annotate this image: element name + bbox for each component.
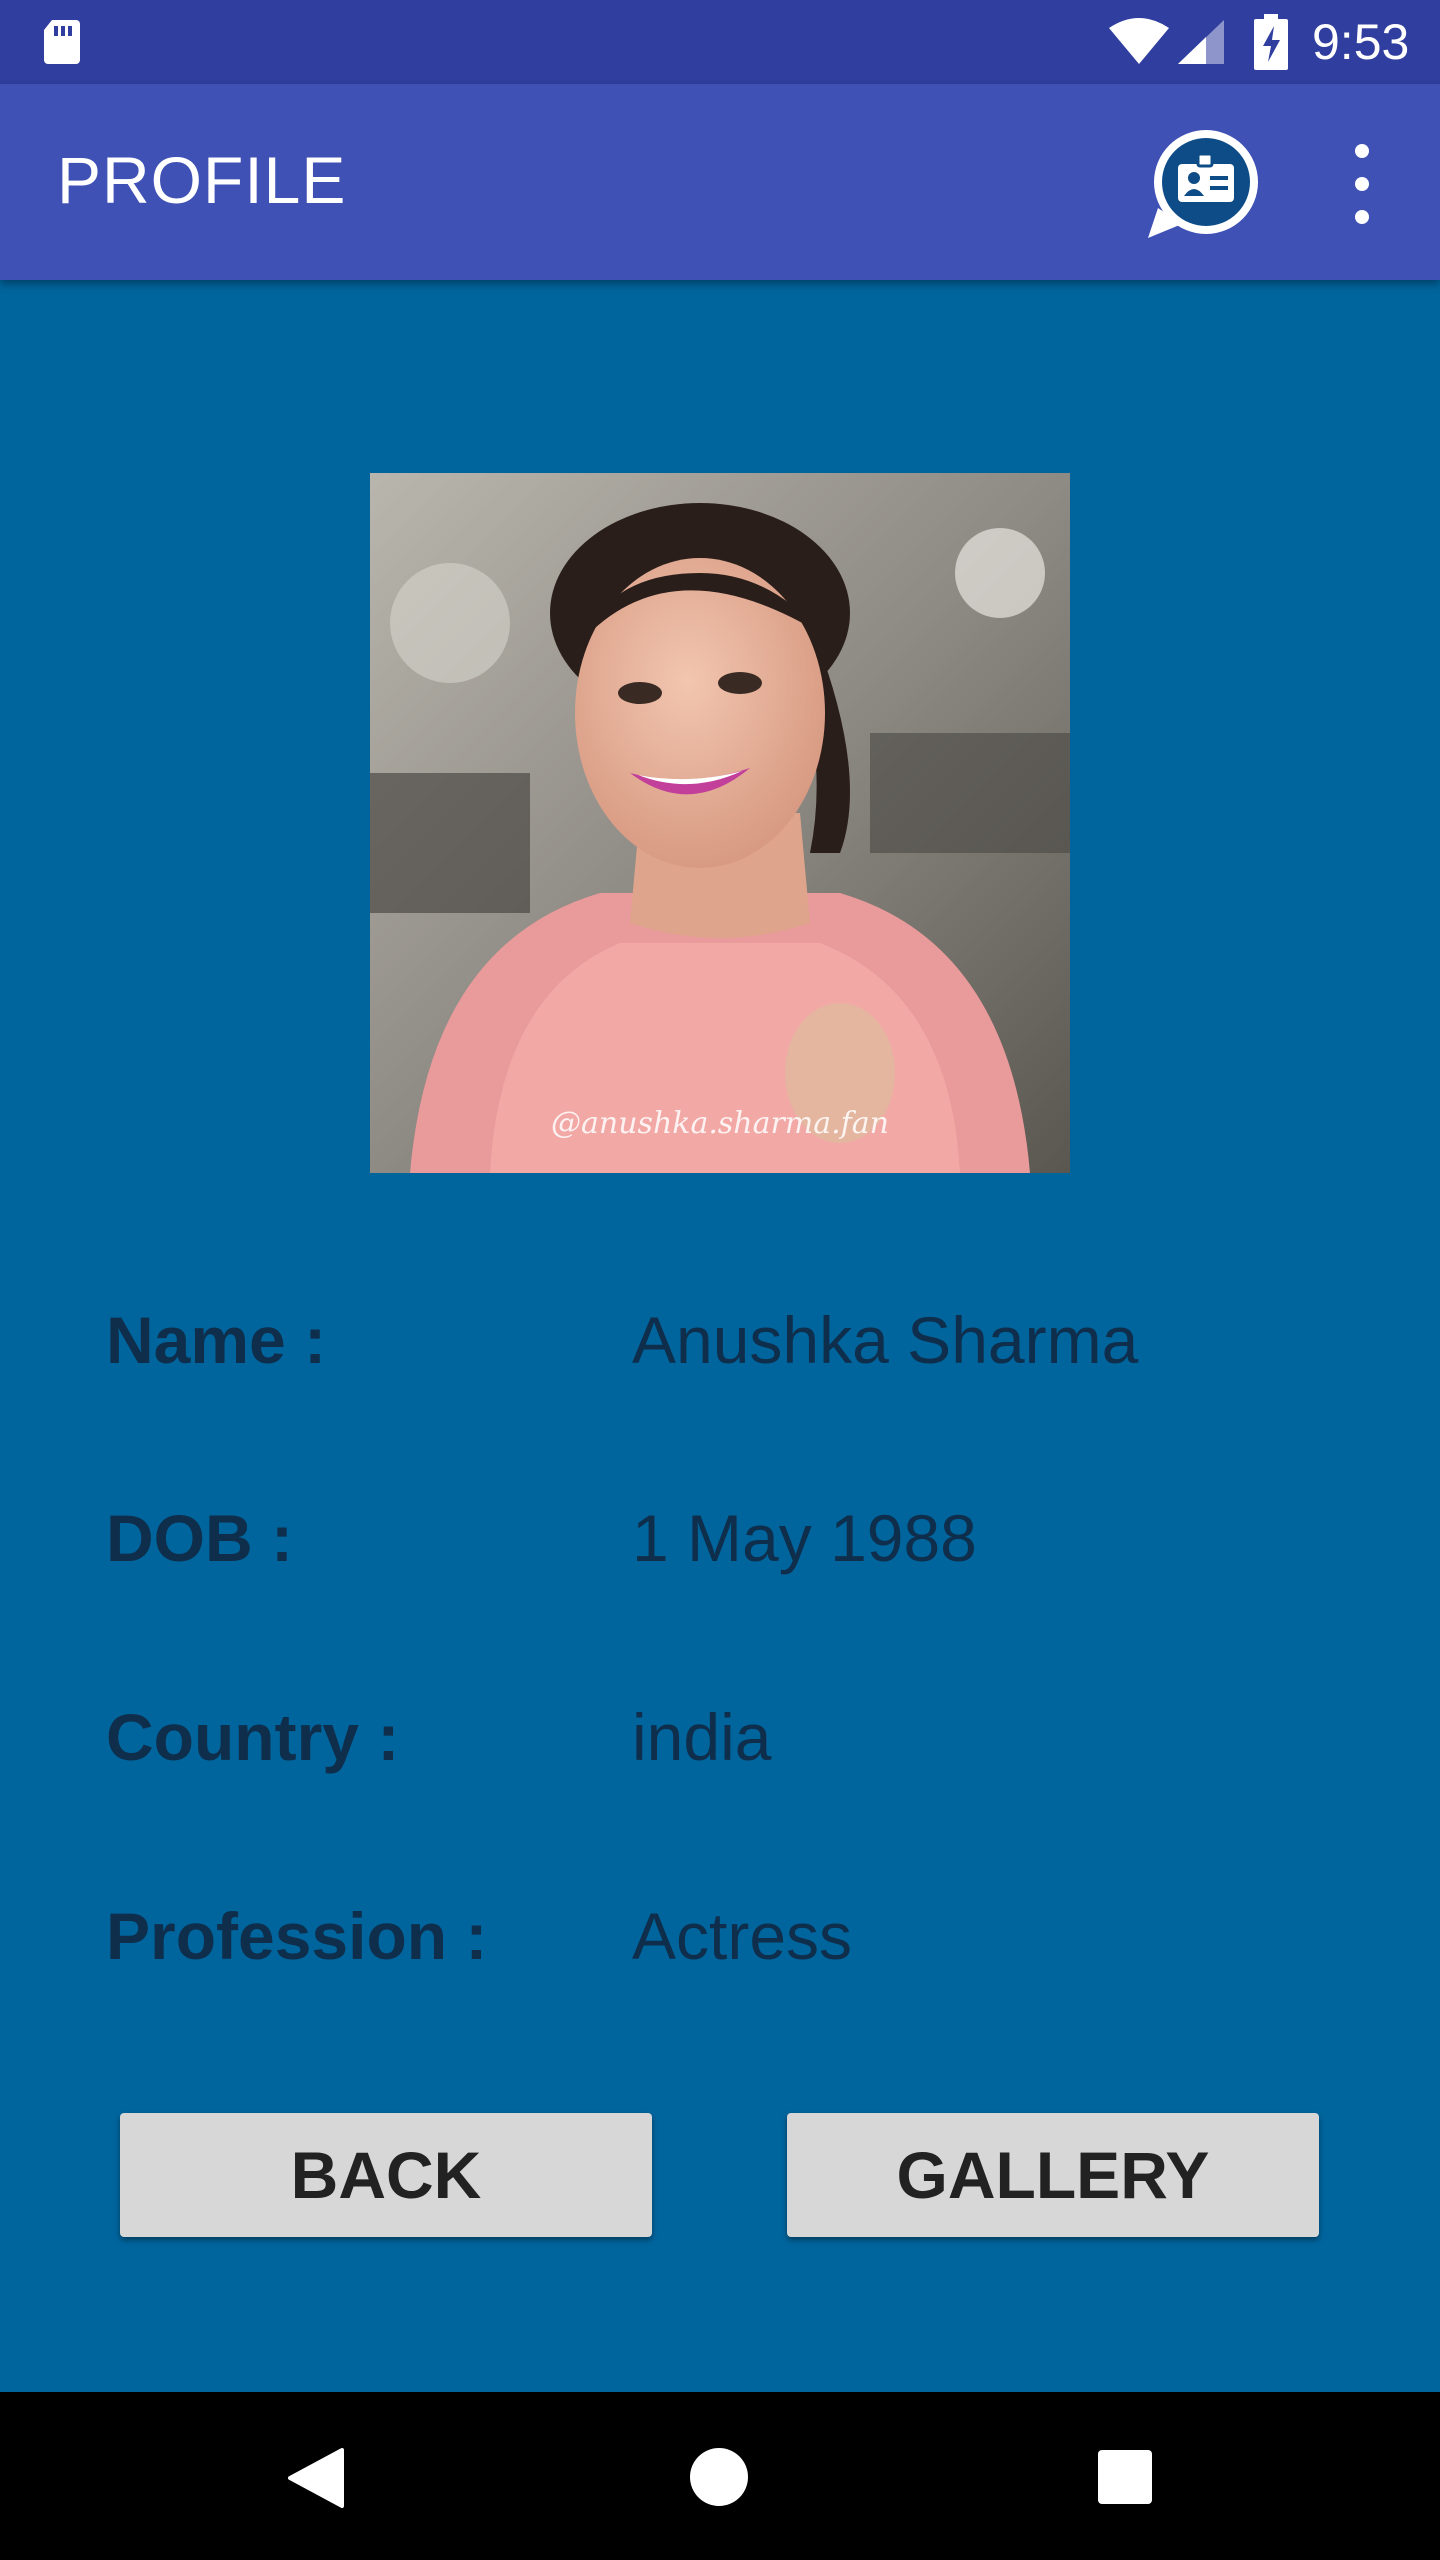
dob-label: DOB :	[106, 1501, 293, 1575]
overflow-menu-icon[interactable]	[1340, 144, 1384, 224]
system-nav-bar	[0, 2392, 1440, 2560]
photo-watermark: @anushka.sharma.fan	[551, 1106, 889, 1141]
contact-card-icon[interactable]	[1144, 126, 1262, 244]
dob-value: 1 May 1988	[632, 1501, 977, 1575]
status-time: 9:53	[1312, 14, 1410, 70]
gallery-button[interactable]: GALLERY	[787, 2113, 1319, 2237]
wifi-icon	[1109, 18, 1169, 64]
status-bar: 9:53	[0, 0, 1440, 84]
country-label: Country :	[106, 1700, 400, 1774]
nav-home-icon[interactable]	[690, 2448, 748, 2506]
nav-back-icon[interactable]	[286, 2446, 346, 2510]
nav-recents-icon[interactable]	[1098, 2450, 1152, 2504]
page-title: PROFILE	[57, 143, 347, 217]
name-value: Anushka Sharma	[632, 1303, 1139, 1377]
cell-signal-icon	[1178, 20, 1224, 64]
portrait-image: @anushka.sharma.fan	[370, 473, 1070, 1173]
profession-value: Actress	[632, 1899, 853, 1973]
profession-label: Profession :	[106, 1899, 488, 1973]
app-bar: PROFILE	[0, 84, 1440, 280]
battery-charging-icon	[1254, 14, 1288, 70]
sd-card-icon	[44, 20, 80, 64]
profile-photo: @anushka.sharma.fan	[370, 473, 1070, 1173]
name-label: Name :	[106, 1303, 327, 1377]
country-value: india	[632, 1700, 772, 1774]
back-button[interactable]: BACK	[120, 2113, 652, 2237]
